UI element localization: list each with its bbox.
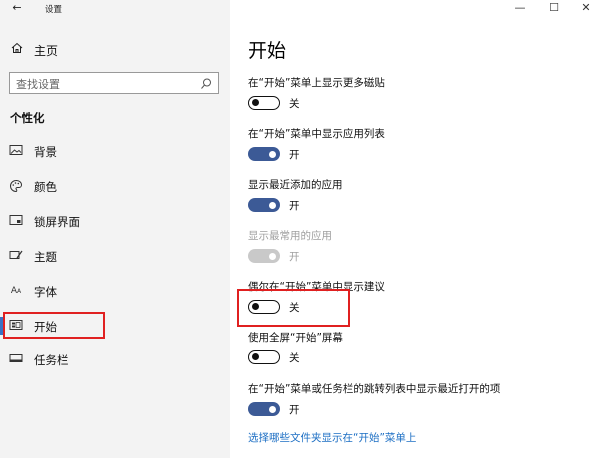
- toggle-more-tiles[interactable]: [248, 96, 280, 110]
- sidebar-item-label: 主题: [34, 250, 57, 264]
- sidebar-item-fonts[interactable]: AA 字体: [0, 279, 230, 303]
- maximize-icon: ☐: [549, 1, 559, 14]
- choose-folders-link[interactable]: 选择哪些文件夹显示在“开始”菜单上: [248, 430, 416, 445]
- sidebar: ← 设置 主页 查找设置 个性化 背景 颜色 锁屏界面 主题 AA 字体 开始 …: [0, 0, 230, 458]
- toggle-knob: [269, 252, 276, 260]
- highlight-box: [237, 289, 350, 327]
- sidebar-item-colors[interactable]: 颜色: [0, 174, 230, 198]
- sidebar-item-label: 背景: [34, 145, 57, 159]
- sidebar-item-label: 任务栏: [34, 353, 69, 367]
- palette-icon: [9, 179, 23, 193]
- toggle-state: 关: [289, 98, 300, 110]
- sidebar-item-themes[interactable]: 主题: [0, 244, 230, 268]
- setting-label: 使用全屏“开始”屏幕: [248, 332, 343, 344]
- sidebar-item-home[interactable]: 主页: [0, 38, 230, 60]
- highlight-box: [3, 312, 105, 339]
- sidebar-item-label: 锁屏界面: [34, 215, 80, 229]
- title-bar: ← 设置: [0, 0, 230, 18]
- toggle-state: 开: [289, 149, 300, 161]
- maximize-button[interactable]: ☐: [544, 0, 564, 18]
- minimize-icon: —: [514, 1, 526, 14]
- lock-screen-icon: [9, 214, 23, 228]
- sidebar-item-label: 字体: [34, 285, 57, 299]
- sidebar-item-background[interactable]: 背景: [0, 139, 230, 163]
- search-placeholder: 查找设置: [16, 78, 60, 91]
- sidebar-item-label: 主页: [34, 44, 59, 58]
- sidebar-item-label: 颜色: [34, 180, 57, 194]
- toggle-jump-lists[interactable]: [248, 402, 280, 416]
- close-button[interactable]: ✕: [576, 0, 596, 18]
- toggle-knob: [252, 99, 259, 106]
- toggle-recently-added[interactable]: [248, 198, 280, 212]
- setting-label: 显示最近添加的应用: [248, 179, 343, 191]
- section-title: 个性化: [10, 111, 45, 125]
- back-button[interactable]: ←: [10, 0, 24, 16]
- toggle-full-screen[interactable]: [248, 350, 280, 364]
- sidebar-item-lock-screen[interactable]: 锁屏界面: [0, 209, 230, 233]
- home-icon: [10, 42, 24, 57]
- setting-label: 在“开始”菜单上显示更多磁贴: [248, 77, 385, 89]
- close-icon: ✕: [581, 1, 591, 14]
- toggle-knob: [269, 150, 276, 158]
- search-icon: [200, 76, 212, 90]
- app-title: 设置: [45, 5, 63, 15]
- sidebar-item-taskbar[interactable]: 任务栏: [0, 347, 230, 371]
- toggle-knob: [269, 405, 276, 413]
- setting-label: 在“开始”菜单或任务栏的跳转列表中显示最近打开的项: [248, 383, 501, 395]
- search-input[interactable]: 查找设置: [9, 72, 219, 94]
- toggle-most-used: [248, 249, 280, 263]
- toggle-state: 开: [289, 251, 300, 263]
- main-content: — ☐ ✕ 开始 在“开始”菜单上显示更多磁贴 关 在“开始”菜单中显示应用列表…: [230, 0, 599, 458]
- theme-icon: [9, 249, 23, 263]
- font-icon: AA: [10, 286, 22, 296]
- toggle-knob: [252, 353, 259, 360]
- page-title: 开始: [248, 40, 287, 62]
- minimize-button[interactable]: —: [510, 0, 530, 18]
- taskbar-icon: [9, 352, 23, 366]
- toggle-knob: [269, 201, 276, 209]
- setting-label: 在“开始”菜单中显示应用列表: [248, 128, 385, 140]
- arrow-left-icon: ←: [12, 1, 22, 14]
- image-icon: [9, 144, 23, 158]
- toggle-state: 关: [289, 352, 300, 364]
- toggle-app-list[interactable]: [248, 147, 280, 161]
- toggle-state: 开: [289, 404, 300, 416]
- setting-label: 显示最常用的应用: [248, 230, 332, 242]
- toggle-state: 开: [289, 200, 300, 212]
